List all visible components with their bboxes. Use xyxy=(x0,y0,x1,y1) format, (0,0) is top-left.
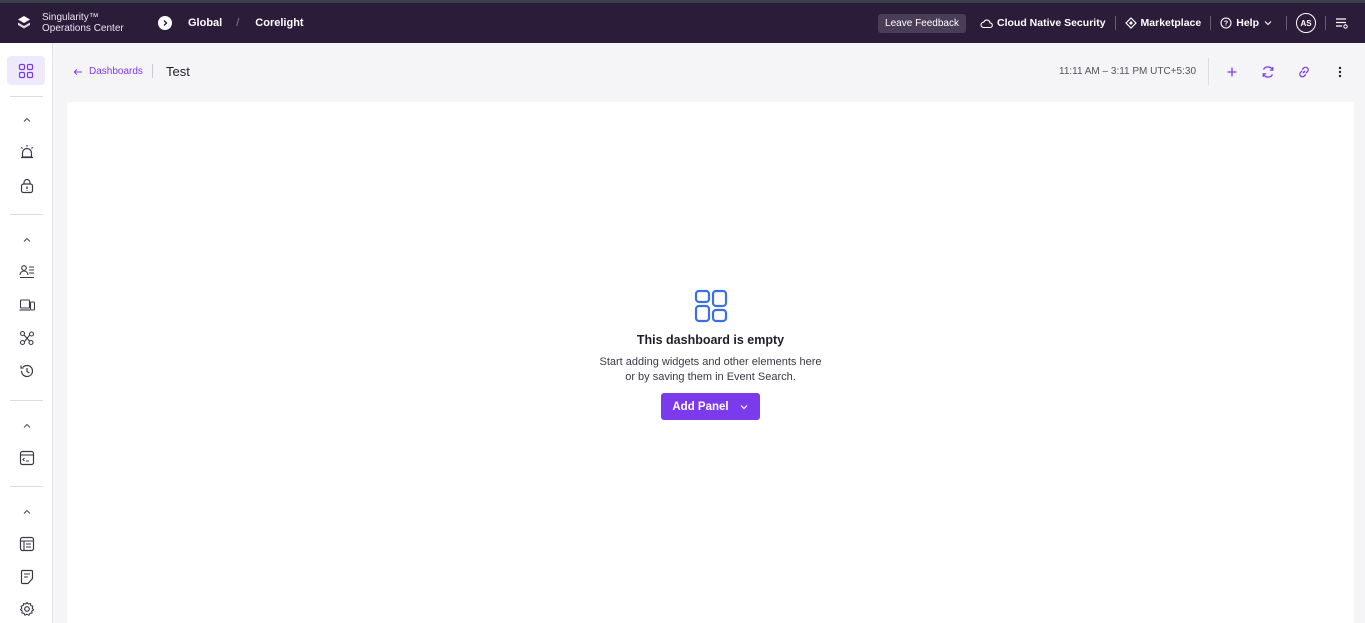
brand-line2: Operations Center xyxy=(42,23,124,34)
rail-divider xyxy=(10,400,43,401)
rail-collapse-button[interactable] xyxy=(0,235,53,245)
dashboard-empty-icon xyxy=(694,289,727,323)
cloud-icon xyxy=(980,19,993,28)
topbar-actions: Leave Feedback Cloud Native Security Mar… xyxy=(878,3,1365,43)
rail-identity-button[interactable] xyxy=(0,263,53,279)
add-panel-label: Add Panel xyxy=(672,400,729,413)
divider xyxy=(1325,16,1326,30)
brand[interactable]: Singularity™ Operations Center xyxy=(16,12,151,34)
scope-separator: / xyxy=(236,17,240,29)
rail-devices-button[interactable] xyxy=(0,297,53,313)
empty-title: This dashboard is empty xyxy=(636,333,785,347)
help-menu[interactable]: ? Help xyxy=(1220,17,1277,29)
chevron-up-icon xyxy=(23,509,30,514)
help-icon: ? xyxy=(1220,17,1232,29)
refresh-icon xyxy=(1262,66,1274,78)
rail-console-button[interactable] xyxy=(0,450,53,466)
marketplace-icon xyxy=(1124,17,1137,29)
history-icon xyxy=(19,364,33,378)
empty-description: Start adding widgets and other elements … xyxy=(67,355,1354,385)
chevron-up-icon xyxy=(23,237,30,242)
marketplace-label: Marketplace xyxy=(1140,17,1202,29)
leave-feedback-button[interactable]: Leave Feedback xyxy=(878,13,966,33)
divider xyxy=(1210,16,1212,30)
table-icon xyxy=(19,536,34,552)
empty-desc-line2: or by saving them in Event Search. xyxy=(625,371,796,383)
plus-icon xyxy=(1227,67,1237,77)
rail-collapse-button[interactable] xyxy=(0,507,53,517)
more-options-button[interactable] xyxy=(1331,63,1349,81)
divider xyxy=(1114,16,1116,30)
alert-siren-icon xyxy=(20,145,33,159)
breadcrumb-separator xyxy=(152,64,153,78)
brand-line1: Singularity™ xyxy=(42,12,99,23)
rail-table-button[interactable] xyxy=(0,536,53,552)
rail-collapse-button[interactable] xyxy=(0,421,53,431)
user-avatar[interactable]: AS xyxy=(1296,13,1316,33)
cloud-native-security-label: Cloud Native Security xyxy=(997,17,1106,29)
scope-corelight[interactable]: Corelight xyxy=(255,17,303,29)
marketplace-link[interactable]: Marketplace xyxy=(1124,17,1202,29)
chevron-up-icon xyxy=(23,117,30,122)
rail-divider xyxy=(10,96,43,97)
chevron-up-icon xyxy=(23,423,30,428)
devices-icon xyxy=(19,299,35,311)
rail-divider xyxy=(10,486,43,487)
graph-icon xyxy=(19,330,34,346)
add-panel-button[interactable]: Add Panel xyxy=(661,393,760,420)
scope-toggle-button[interactable] xyxy=(158,16,172,30)
threat-lock-icon xyxy=(20,178,33,194)
back-label: Dashboards xyxy=(89,66,143,77)
add-button[interactable] xyxy=(1223,63,1241,81)
chevron-down-icon xyxy=(1264,21,1272,26)
chevron-right-icon xyxy=(163,20,168,26)
top-nav: Singularity™ Operations Center Global / … xyxy=(0,0,1365,43)
settings-icon xyxy=(19,601,34,616)
console-icon xyxy=(19,450,34,466)
help-label: Help xyxy=(1236,17,1259,29)
brand-text: Singularity™ Operations Center xyxy=(42,12,124,34)
refresh-button[interactable] xyxy=(1259,63,1277,81)
notes-icon xyxy=(20,569,33,585)
rail-settings-button[interactable] xyxy=(0,601,53,617)
rail-notes-button[interactable] xyxy=(0,569,53,585)
more-vertical-icon xyxy=(1338,66,1342,78)
rail-graph-button[interactable] xyxy=(0,330,53,346)
cloud-native-security-link[interactable]: Cloud Native Security xyxy=(980,17,1106,29)
singularity-logo-icon xyxy=(18,16,30,29)
dashboards-icon xyxy=(18,63,34,78)
divider xyxy=(1286,16,1287,30)
empty-state: This dashboard is empty Start adding wid… xyxy=(67,289,1354,420)
header-divider xyxy=(1208,58,1209,85)
rail-threats-button[interactable] xyxy=(0,178,53,194)
rail-dashboards-button[interactable] xyxy=(7,56,45,85)
link-icon xyxy=(1299,66,1309,78)
empty-desc-line1: Start adding widgets and other elements … xyxy=(599,356,822,368)
rail-divider xyxy=(10,214,43,215)
scope-global[interactable]: Global xyxy=(188,17,222,29)
chevron-down-icon xyxy=(740,404,748,409)
page-title: Test xyxy=(166,64,190,79)
left-rail xyxy=(0,43,53,623)
rail-alerts-button[interactable] xyxy=(0,144,53,160)
identity-list-icon xyxy=(18,265,34,279)
share-link-button[interactable] xyxy=(1295,63,1313,81)
menu-list-icon[interactable] xyxy=(1335,16,1349,30)
time-range-picker[interactable]: 11:11 AM – 3:11 PM UTC+5:30 xyxy=(1059,66,1196,77)
back-to-dashboards-link[interactable]: Dashboards xyxy=(73,66,143,77)
dashboard-canvas: This dashboard is empty Start adding wid… xyxy=(67,102,1354,623)
arrow-left-icon xyxy=(73,68,82,75)
svg-text:?: ? xyxy=(1224,21,1228,28)
rail-collapse-button[interactable] xyxy=(0,115,53,125)
rail-history-button[interactable] xyxy=(0,363,53,379)
